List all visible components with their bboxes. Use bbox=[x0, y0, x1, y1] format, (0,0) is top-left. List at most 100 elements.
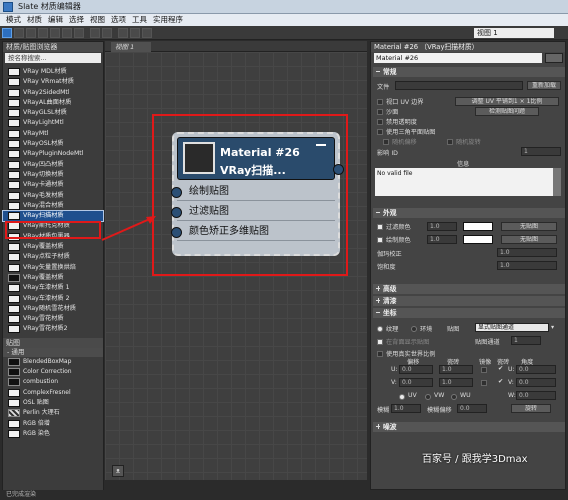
list-item[interactable]: VRayMtl bbox=[3, 129, 103, 139]
move-children-icon[interactable] bbox=[50, 28, 60, 38]
list-item[interactable]: VRay VRmat材质 bbox=[3, 77, 103, 87]
list-item[interactable]: BlendedBoxMap bbox=[3, 357, 103, 367]
reload-button[interactable]: 重新加载 bbox=[527, 81, 561, 90]
list-item[interactable]: VRay雪花材质2 bbox=[3, 324, 103, 334]
list-item[interactable]: VRay毛发材质 bbox=[3, 191, 103, 201]
list-item[interactable]: Color Correction bbox=[3, 367, 103, 377]
u-tile-check-icon[interactable]: ✔ bbox=[498, 365, 503, 372]
saturation-field[interactable]: 1.0 bbox=[497, 261, 557, 270]
navigation-icon[interactable]: ᴥ bbox=[112, 465, 124, 477]
filter-color-swatch[interactable] bbox=[463, 222, 493, 231]
filter-color-checkbox[interactable] bbox=[377, 224, 383, 230]
section-noise[interactable]: 噪波 bbox=[373, 422, 565, 432]
search-input[interactable]: 按名称搜索... bbox=[5, 53, 101, 63]
rotate-button[interactable]: 旋转 bbox=[511, 404, 551, 413]
list-item[interactable]: VRay车漆材质 2 bbox=[3, 294, 103, 304]
list-item[interactable]: VRay2SidedMtl bbox=[3, 88, 103, 98]
list-item-selected[interactable]: VRay扫描材质 bbox=[2, 210, 104, 223]
w-angle-field[interactable]: 0.0 bbox=[516, 391, 556, 400]
v-angle-field[interactable]: 0.0 bbox=[516, 378, 556, 387]
select-by-material-icon[interactable] bbox=[142, 28, 152, 38]
parameter-editor-icon[interactable] bbox=[130, 28, 140, 38]
menu-view[interactable]: 视图 bbox=[90, 14, 105, 26]
list-item[interactable]: VRay MDL材质 bbox=[3, 67, 103, 77]
random-rotate-checkbox[interactable] bbox=[447, 139, 453, 145]
vw-radio[interactable] bbox=[425, 394, 431, 400]
detect-issues-button[interactable]: 检测贴图问题 bbox=[475, 107, 539, 116]
list-item[interactable]: VRay混合材质 bbox=[3, 201, 103, 211]
v-mirror-checkbox[interactable] bbox=[481, 380, 487, 386]
layout-all-icon[interactable] bbox=[90, 28, 100, 38]
menu-utilities[interactable]: 实用程序 bbox=[153, 14, 183, 26]
v-tiling-field[interactable]: 1.0 bbox=[439, 378, 473, 387]
list-item[interactable]: VRayPluginNodeMtl bbox=[3, 149, 103, 159]
list-item[interactable]: VRayGLSL材质 bbox=[3, 108, 103, 118]
list-item[interactable]: Perlin 大理石 bbox=[3, 408, 103, 418]
list-item[interactable]: VRayAL曲面材质 bbox=[3, 98, 103, 108]
select-tool-icon[interactable] bbox=[2, 28, 12, 38]
menu-options[interactable]: 选项 bbox=[111, 14, 126, 26]
map-mapping-select[interactable]: 显式贴图通道 bbox=[475, 323, 549, 332]
menu-material[interactable]: 材质 bbox=[27, 14, 42, 26]
influence-id-field[interactable]: 1 bbox=[521, 147, 561, 156]
tab-view-1[interactable]: 视图 1 bbox=[111, 42, 151, 52]
list-item[interactable]: VRay覆盖材质 bbox=[3, 242, 103, 252]
fit-uv-button[interactable]: 调整 UV 平铺到1 × 1比例 bbox=[455, 97, 559, 106]
gamma-field[interactable]: 1.0 bbox=[497, 248, 557, 257]
list-item[interactable]: combustion bbox=[3, 377, 103, 387]
draw-color-swatch[interactable] bbox=[463, 235, 493, 244]
list-item[interactable]: VRayLightMtl bbox=[3, 118, 103, 128]
list-item[interactable]: VRay覆盖材质 bbox=[3, 273, 103, 283]
list-item[interactable]: VRay切换材质 bbox=[3, 170, 103, 180]
u-mirror-checkbox[interactable] bbox=[481, 367, 487, 373]
material-name-field[interactable]: Material #26 bbox=[374, 53, 542, 63]
section-coordinates[interactable]: 坐标 bbox=[373, 308, 565, 318]
show-back-checkbox[interactable] bbox=[377, 339, 383, 345]
texture-radio[interactable] bbox=[377, 326, 383, 332]
delete-icon[interactable] bbox=[38, 28, 48, 38]
triplanar-map-checkbox[interactable] bbox=[377, 129, 383, 135]
info-textbox[interactable]: No valid file bbox=[375, 168, 553, 196]
list-item[interactable]: OSL 贴图 bbox=[3, 398, 103, 408]
section-clearcoat[interactable]: 清漆 bbox=[373, 296, 565, 306]
u-angle-field[interactable]: 0.0 bbox=[516, 365, 556, 374]
draw-color-value[interactable]: 1.0 bbox=[427, 235, 457, 244]
list-item[interactable]: VRay凹凸材质 bbox=[3, 160, 103, 170]
real-world-checkbox[interactable] bbox=[377, 351, 383, 357]
section-appearance[interactable]: 外观 bbox=[373, 208, 565, 218]
blur-field[interactable]: 1.0 bbox=[391, 404, 421, 413]
uv-radio[interactable] bbox=[399, 394, 405, 400]
list-item[interactable]: RGB 染色 bbox=[3, 429, 103, 439]
v-tile-check-icon[interactable]: ✔ bbox=[498, 378, 503, 385]
list-item[interactable]: VRay车漆材质 1 bbox=[3, 283, 103, 293]
u-tiling-field[interactable]: 1.0 bbox=[439, 365, 473, 374]
section-common[interactable]: 常规 bbox=[373, 67, 565, 77]
maps-group[interactable]: - 通用 bbox=[3, 347, 103, 357]
v-offset-field[interactable]: 0.0 bbox=[399, 378, 433, 387]
maps-header[interactable]: 贴图 bbox=[3, 337, 103, 348]
draw-map-button[interactable]: 无贴图 bbox=[501, 235, 557, 244]
list-item[interactable]: VRay点粒子材质 bbox=[3, 252, 103, 262]
triplanar-checkbox[interactable] bbox=[377, 109, 383, 115]
show-background-icon[interactable] bbox=[74, 28, 84, 38]
list-item[interactable]: VRay雪花材质 bbox=[3, 314, 103, 324]
layout-children-icon[interactable] bbox=[102, 28, 112, 38]
view-select[interactable]: 视图 1 bbox=[474, 28, 554, 38]
pick-material-button[interactable] bbox=[545, 53, 563, 63]
list-item[interactable]: ComplexFresnel bbox=[3, 388, 103, 398]
section-advanced[interactable]: 高级 bbox=[373, 284, 565, 294]
disable-transparency-checkbox[interactable] bbox=[377, 119, 383, 125]
list-item[interactable]: VRay矢量置换烘焙 bbox=[3, 263, 103, 273]
menu-mode[interactable]: 模式 bbox=[6, 14, 21, 26]
filter-color-value[interactable]: 1.0 bbox=[427, 222, 457, 231]
wu-radio[interactable] bbox=[451, 394, 457, 400]
assign-material-icon[interactable] bbox=[26, 28, 36, 38]
list-item[interactable]: RGB 倍增 bbox=[3, 419, 103, 429]
list-item[interactable]: VRay卡通材质 bbox=[3, 180, 103, 190]
list-item[interactable]: VRay随机雪花材质 bbox=[3, 304, 103, 314]
material-editor-icon[interactable] bbox=[118, 28, 128, 38]
info-scrollbar[interactable] bbox=[553, 168, 561, 196]
environment-radio[interactable] bbox=[411, 326, 417, 332]
map-channel-field[interactable]: 1 bbox=[511, 336, 541, 345]
eyedropper-icon[interactable] bbox=[14, 28, 24, 38]
